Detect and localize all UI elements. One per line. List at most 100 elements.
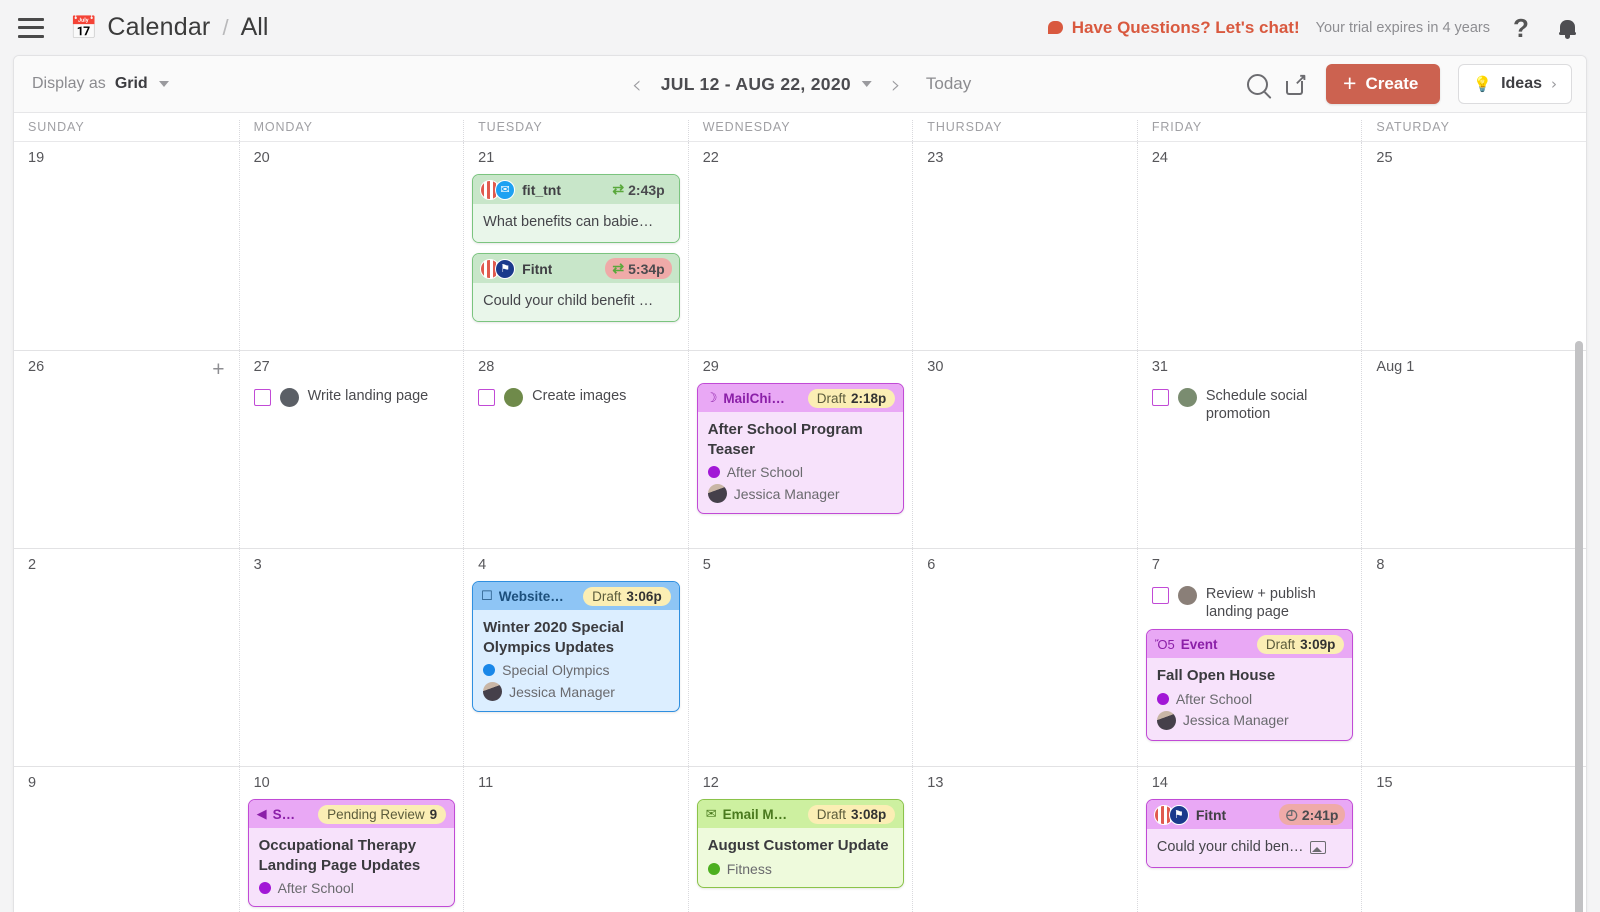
create-button[interactable]: + Create [1326,64,1441,104]
next-period-button[interactable]: › [888,72,904,97]
calendar-day-cell[interactable]: 26 + [14,351,239,548]
task-item[interactable]: Review + publish landing page [1146,581,1354,625]
calendar-day-cell[interactable]: 22 [687,142,913,350]
flag-network-icon: ⚑ [495,258,516,279]
calendar-day-cell[interactable]: 31 Schedule social promotion [1136,351,1362,548]
day-number: 10 [253,775,270,791]
calendar-day-cell[interactable]: 30 [912,351,1137,548]
breadcrumb-current[interactable]: All [241,13,269,42]
content-card-title: Fall Open House [1156,667,1276,685]
avatar [279,388,299,407]
calendar-day-cell[interactable]: 6 [912,549,1137,766]
day-number: 30 [927,359,944,375]
content-card[interactable]: ◀ S… Pending Review 9 Occupational Therapy L… [247,799,456,907]
content-card[interactable]: ☽ MailChi… Draft 2:18p After School Program … [696,383,905,514]
previous-period-button[interactable]: ‹ [629,72,645,97]
ideas-button[interactable]: 💡 Ideas › [1458,64,1572,104]
social-post-card[interactable]: ⚑ Fitnt ◴ 2:41p Could your child ben… [1145,799,1354,869]
calendar-day-cell[interactable]: 15 [1361,767,1586,912]
task-checkbox[interactable] [1151,389,1169,406]
post-time: ⇄ 5:34p [605,258,672,280]
vertical-scrollbar[interactable] [1575,261,1583,912]
avatar: ✉ [480,179,516,200]
day-number: 24 [1151,150,1168,166]
plus-icon: + [1343,69,1357,96]
avatar [504,388,524,407]
post-card-body: Could your child ben… [1146,829,1353,868]
day-of-week-thursday: THURSDAY [912,120,1137,141]
assignee-row: Jessica Manager [707,484,894,503]
campaign-row: Special Olympics [483,662,669,678]
task-item[interactable]: Write landing page [248,383,456,411]
ideas-button-label: Ideas [1501,75,1542,92]
display-as-control[interactable]: Display as Grid [32,75,169,93]
hamburger-menu-icon[interactable] [18,17,44,38]
calendar-weeks: 19 20 21 ✉ fit_tnt ⇄ 2:43p What benefits can ba… [14,141,1586,912]
task-label: Review + publish landing page [1205,586,1316,621]
day-of-week-tuesday: TUESDAY [463,120,688,141]
content-card-body: Occupational Therapy Landing Page Update… [249,828,455,906]
social-post-card[interactable]: ✉ fit_tnt ⇄ 2:43p What benefits can babie… [472,174,680,244]
calendar-day-cell[interactable]: 9 [14,767,239,912]
date-range-selector[interactable]: JUL 12 - AUG 22, 2020 [661,74,872,95]
calendar-day-cell[interactable]: 21 ✉ fit_tnt ⇄ 2:43p What benefits can babie…… [463,142,688,350]
task-checkbox[interactable] [1151,587,1169,604]
help-button[interactable]: ? [1506,13,1536,43]
task-item[interactable]: Schedule social promotion [1146,383,1354,427]
calendar-day-cell[interactable]: 4 ☐ Website… Draft 3:06p Winter 2020 Special … [463,549,688,766]
campaign-color-dot [707,862,720,875]
content-card-body: After School Program Teaser After School J… [698,412,904,513]
calendar-week-row: 2 3 4 ☐ Website… Draft 3:06p Winter 2020 Specia… [14,549,1586,767]
content-type-label: Event [1180,636,1218,652]
calendar-day-cell[interactable]: 19 [14,142,239,350]
megaphone-icon: ◀ [256,806,267,821]
page-title[interactable]: Calendar [107,13,210,42]
calendar-day-cell[interactable]: 2 [14,549,239,766]
calendar-day-cell[interactable]: 27 Write landing page [238,351,464,548]
content-card[interactable]: ✉ Email M… Draft 3:08p August Customer Updat… [696,799,905,888]
task-item[interactable]: Create images [472,383,680,411]
status-badge-time: 3:09p [1300,636,1336,652]
search-icon[interactable] [1247,73,1269,95]
add-event-button[interactable]: + [212,359,224,380]
date-range-label: JUL 12 - AUG 22, 2020 [660,73,851,94]
calendar-day-cell[interactable]: 8 [1361,549,1586,766]
top-header: 📅 Calendar / All Have Questions? Let's c… [0,0,1600,55]
calendar-day-cell[interactable]: 13 [912,767,1137,912]
content-card[interactable]: Ὄ5 Event Draft 3:09p Fall Open House After Sc… [1145,629,1354,741]
calendar-toolbar: Display as Grid ‹ JUL 12 - AUG 22, 2020 … [14,56,1586,113]
today-button[interactable]: Today [926,74,971,94]
task-checkbox[interactable] [253,389,271,406]
avatar: ⚑ [480,258,516,279]
calendar-day-cell[interactable]: 29 ☽ MailChi… Draft 2:18p After School Progra… [687,351,913,548]
calendar-day-cell[interactable]: 12 ✉ Email M… Draft 3:08p August Customer Upd… [687,767,913,912]
share-icon[interactable]: ↗ [1286,72,1308,95]
scrollbar-thumb[interactable] [1575,341,1583,912]
calendar-day-cell[interactable]: 23 [912,142,1137,350]
content-card[interactable]: ☐ Website… Draft 3:06p Winter 2020 Special O… [472,581,680,712]
display-as-label: Display as [32,75,106,92]
status-badge-label: Draft [592,588,622,604]
calendar-day-cell[interactable]: 5 [687,549,913,766]
calendar-day-cell[interactable]: 14 ⚑ Fitnt ◴ 2:41p Could your child ben… [1136,767,1362,912]
chat-link[interactable]: Have Questions? Let's chat! [1047,18,1300,38]
calendar-day-cell[interactable]: 3 [238,549,464,766]
calendar-day-cell[interactable]: 20 [238,142,464,350]
calendar-day-cell[interactable]: Aug 1 [1361,351,1586,548]
calendar-day-cell[interactable]: 11 [463,767,688,912]
calendar-day-cell[interactable]: 7 Review + publish landing page Ὄ5 Event Dra… [1136,549,1362,766]
display-as-value[interactable]: Grid [115,75,148,93]
clock-icon: ◴ [1285,806,1298,822]
status-badge-time: 9 [429,806,438,822]
avatar [707,484,727,503]
task-checkbox[interactable] [478,389,496,406]
calendar-day-cell[interactable]: 24 [1136,142,1362,350]
calendar-day-cell[interactable]: 25 [1361,142,1586,350]
calendar-day-cell[interactable]: 28 Create images [463,351,688,548]
content-type-label: Website… [498,588,564,604]
campaign-color-dot [1156,692,1169,705]
notifications-button[interactable] [1552,13,1582,43]
social-post-card[interactable]: ⚑ Fitnt ⇄ 5:34p Could your child benefit … [472,253,680,323]
mailchimp-icon: ☽ [705,390,718,405]
calendar-day-cell[interactable]: 10 ◀ S… Pending Review 9 Occupational Therapy… [238,767,464,912]
